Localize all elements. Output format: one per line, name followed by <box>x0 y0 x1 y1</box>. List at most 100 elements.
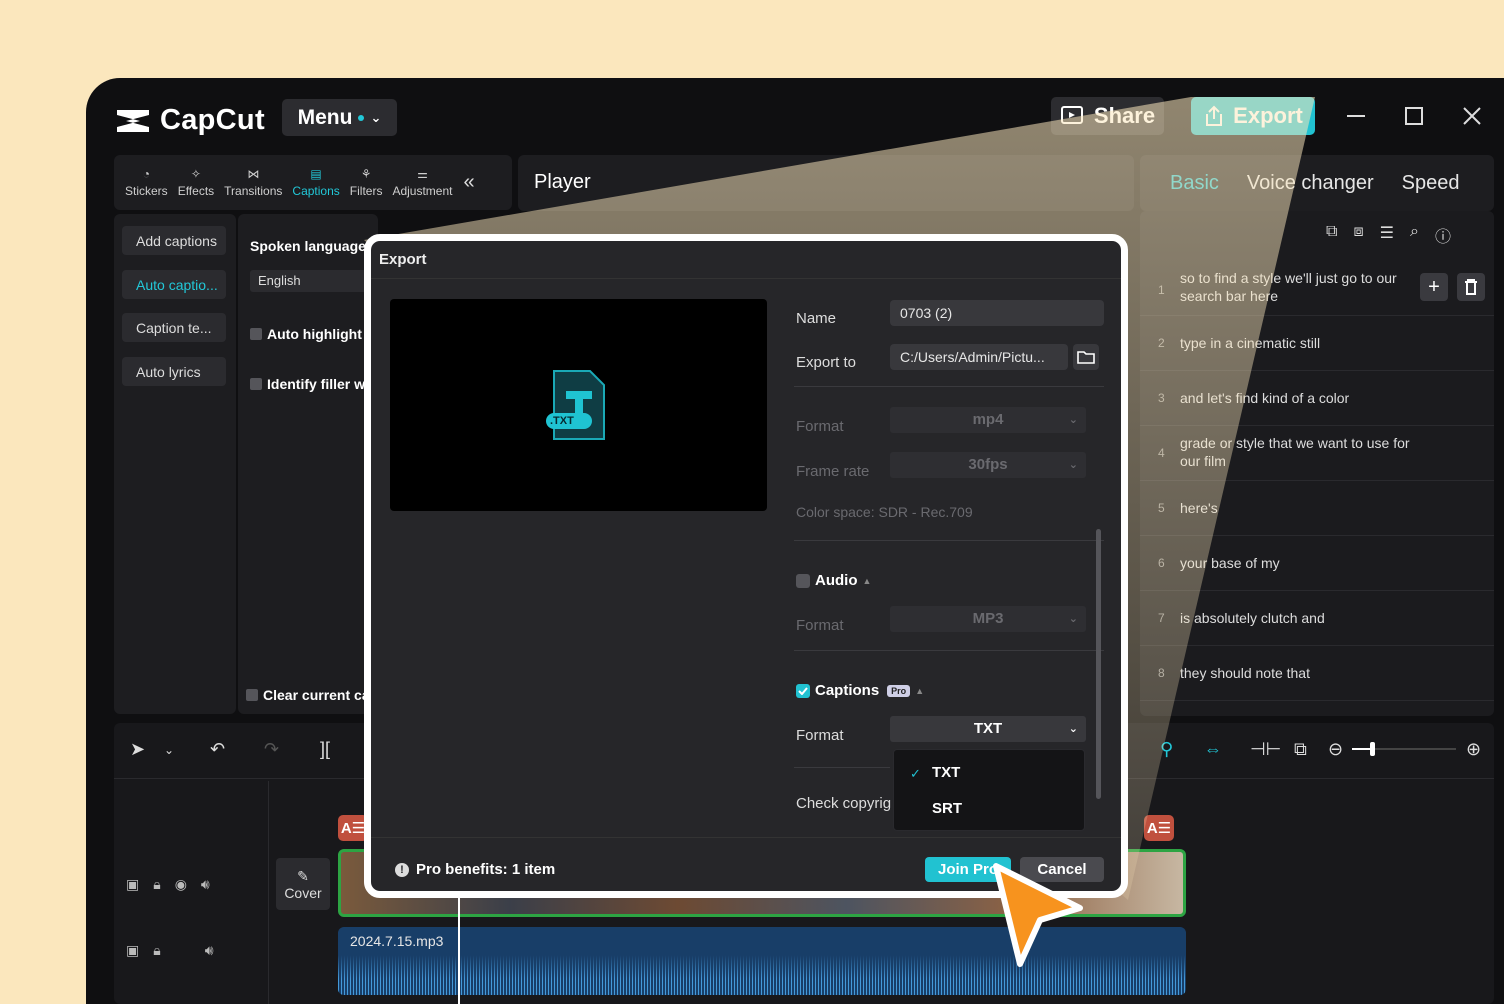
delete-caption-button[interactable] <box>1457 273 1485 301</box>
audio-checkbox[interactable] <box>796 573 810 588</box>
tool-filters[interactable]: ⚘ Filters <box>345 167 388 198</box>
chevron-down-icon: ⌄ <box>1068 613 1078 625</box>
caption-text[interactable]: is absolutely clutch and <box>1180 609 1410 627</box>
captions-format-select[interactable]: TXT ⌄ <box>890 716 1086 742</box>
close-button[interactable] <box>1458 102 1486 130</box>
audio-format-label: Format <box>796 617 844 634</box>
auto-highlight-option[interactable]: Auto highlight <box>250 326 362 342</box>
caption-settings-panel: Spoken language English Auto highlight I… <box>238 214 378 714</box>
frame-rate-select[interactable]: 30fps ⌄ <box>890 452 1086 478</box>
caption-index: 3 <box>1158 391 1165 405</box>
split-icon[interactable]: ][ <box>320 739 330 760</box>
link-icon[interactable]: ⇔ <box>1204 739 1222 760</box>
sort-icon[interactable]: ☰ <box>1380 223 1394 247</box>
tool-transitions[interactable]: ⋈ Transitions <box>219 167 287 198</box>
align-icon[interactable]: ⊣⊢ <box>1250 739 1281 760</box>
video-format-select[interactable]: mp4 ⌄ <box>890 407 1086 433</box>
select-cursor-icon[interactable]: ➤ <box>130 739 145 760</box>
tab-speed[interactable]: Speed <box>1402 172 1460 195</box>
caption-index: 1 <box>1158 283 1165 297</box>
volume-icon[interactable]: 🔊︎ <box>201 876 210 893</box>
name-input[interactable]: 0703 (2) <box>890 300 1104 326</box>
redo-icon[interactable]: ↷ <box>264 739 279 760</box>
dropdown-option-srt[interactable]: SRT <box>932 800 962 817</box>
caption-text[interactable]: here's <box>1180 499 1410 517</box>
audio-format-select[interactable]: MP3 ⌄ <box>890 606 1086 632</box>
captions-section-toggle[interactable]: Captions Pro ▲ <box>796 682 924 699</box>
zoom-slider[interactable] <box>1352 742 1456 756</box>
caption-row[interactable]: 2 type in a cinematic still <box>1140 316 1494 371</box>
captions-checkbox[interactable] <box>796 683 810 698</box>
caption-track-badge[interactable]: A☰ <box>1144 815 1174 841</box>
caption-row[interactable]: 6 your base of my <box>1140 536 1494 591</box>
minimize-button[interactable] <box>1342 102 1370 130</box>
magnet-icon[interactable]: ⚲ <box>1160 739 1173 760</box>
auto-highlight-label: Auto highlight <box>267 326 362 342</box>
pointer-cursor-icon <box>993 863 1083 967</box>
tab-basic[interactable]: Basic <box>1170 172 1219 195</box>
export-button[interactable]: Export <box>1191 97 1315 135</box>
track-play-icon[interactable]: ▣ <box>126 942 139 959</box>
caption-text[interactable]: type in a cinematic still <box>1180 334 1410 352</box>
cover-button[interactable]: ✎ Cover <box>276 858 330 910</box>
name-label: Name <box>796 310 837 327</box>
auto-highlight-checkbox[interactable] <box>250 328 262 340</box>
dropdown-option-txt[interactable]: TXT <box>932 764 960 781</box>
tool-effects[interactable]: ✧ Effects <box>173 167 219 198</box>
export-path-input[interactable]: C:/Users/Admin/Pictu... <box>890 344 1068 370</box>
sidebar-item-add-captions[interactable]: Add captions <box>122 226 226 255</box>
search-captions-icon[interactable]: ⌕ <box>1410 223 1419 247</box>
cover-label: Cover <box>284 884 322 901</box>
caption-row[interactable]: 1 so to find a style we'll just go to ou… <box>1140 261 1494 316</box>
tool-stickers[interactable]: ◔ Stickers <box>120 167 173 198</box>
caption-row[interactable]: 5 here's <box>1140 481 1494 536</box>
lock-icon[interactable]: 🔒︎ <box>153 942 160 959</box>
caption-text[interactable]: they should note that <box>1180 664 1410 682</box>
sidebar-item-auto-captions[interactable]: Auto captio... <box>122 270 226 299</box>
caption-text[interactable]: grade or style that we want to use for o… <box>1180 434 1410 470</box>
caption-text[interactable]: so to find a style we'll just go to our … <box>1180 269 1410 305</box>
caption-row[interactable]: 4 grade or style that we want to use for… <box>1140 426 1494 481</box>
tab-voice-changer[interactable]: Voice changer <box>1247 172 1374 195</box>
sidebar-item-caption-templates[interactable]: Caption te... <box>122 313 226 342</box>
tool-adjustment[interactable]: ⚌ Adjustment <box>387 167 457 198</box>
identify-filler-option[interactable]: Identify filler w <box>250 376 365 392</box>
caption-ai-icon[interactable]: ⧈ <box>1353 223 1363 247</box>
caption-row[interactable]: 8 they should note that <box>1140 646 1494 701</box>
caption-text[interactable]: your base of my <box>1180 554 1410 572</box>
share-button[interactable]: Share <box>1051 97 1164 135</box>
browse-folder-button[interactable] <box>1073 344 1099 370</box>
undo-icon[interactable]: ↶ <box>210 739 225 760</box>
adjustment-icon: ⚌ <box>417 167 428 181</box>
chevron-down-icon[interactable]: ⌄ <box>164 743 174 757</box>
caret-up-icon: ▲ <box>862 575 872 586</box>
zoom-in-icon[interactable]: ⊕ <box>1466 739 1481 760</box>
identify-filler-checkbox[interactable] <box>250 378 262 390</box>
add-caption-button[interactable]: + <box>1420 273 1448 301</box>
caption-row[interactable]: 3 and let's find kind of a color <box>1140 371 1494 426</box>
help-icon[interactable]: ⓘ <box>1435 223 1451 247</box>
sidebar-item-auto-lyrics[interactable]: Auto lyrics <box>122 357 226 386</box>
tool-captions[interactable]: ▤ Captions <box>287 167 344 198</box>
pro-badge: Pro <box>887 684 911 697</box>
menu-button[interactable]: Menu ⌄ <box>282 99 397 136</box>
lock-icon[interactable]: 🔒︎ <box>153 876 160 893</box>
track-play-icon[interactable]: ▣ <box>126 876 139 893</box>
zoom-out-icon[interactable]: ⊖ <box>1328 739 1343 760</box>
caption-add-icon[interactable]: ⧉ <box>1326 223 1337 247</box>
volume-icon[interactable]: 🔊︎ <box>205 942 214 959</box>
maximize-button[interactable] <box>1400 102 1428 130</box>
frame-rate-label: Frame rate <box>796 463 870 480</box>
audio-section-toggle[interactable]: Audio ▲ <box>796 572 871 589</box>
audio-clip-name: 2024.7.15.mp3 <box>350 933 444 949</box>
caption-row[interactable]: 7 is absolutely clutch and <box>1140 591 1494 646</box>
clear-current-option[interactable]: Clear current ca <box>246 687 370 703</box>
eye-icon[interactable]: ◉ <box>175 876 187 893</box>
zoom-slider-handle[interactable] <box>1370 742 1375 756</box>
collapse-icon[interactable]: « <box>463 171 474 194</box>
dialog-scrollbar[interactable] <box>1096 529 1101 799</box>
clear-current-checkbox[interactable] <box>246 689 258 701</box>
preview-icon[interactable]: ⧉ <box>1294 739 1307 760</box>
language-select[interactable]: English <box>250 270 378 292</box>
caption-text[interactable]: and let's find kind of a color <box>1180 389 1410 407</box>
